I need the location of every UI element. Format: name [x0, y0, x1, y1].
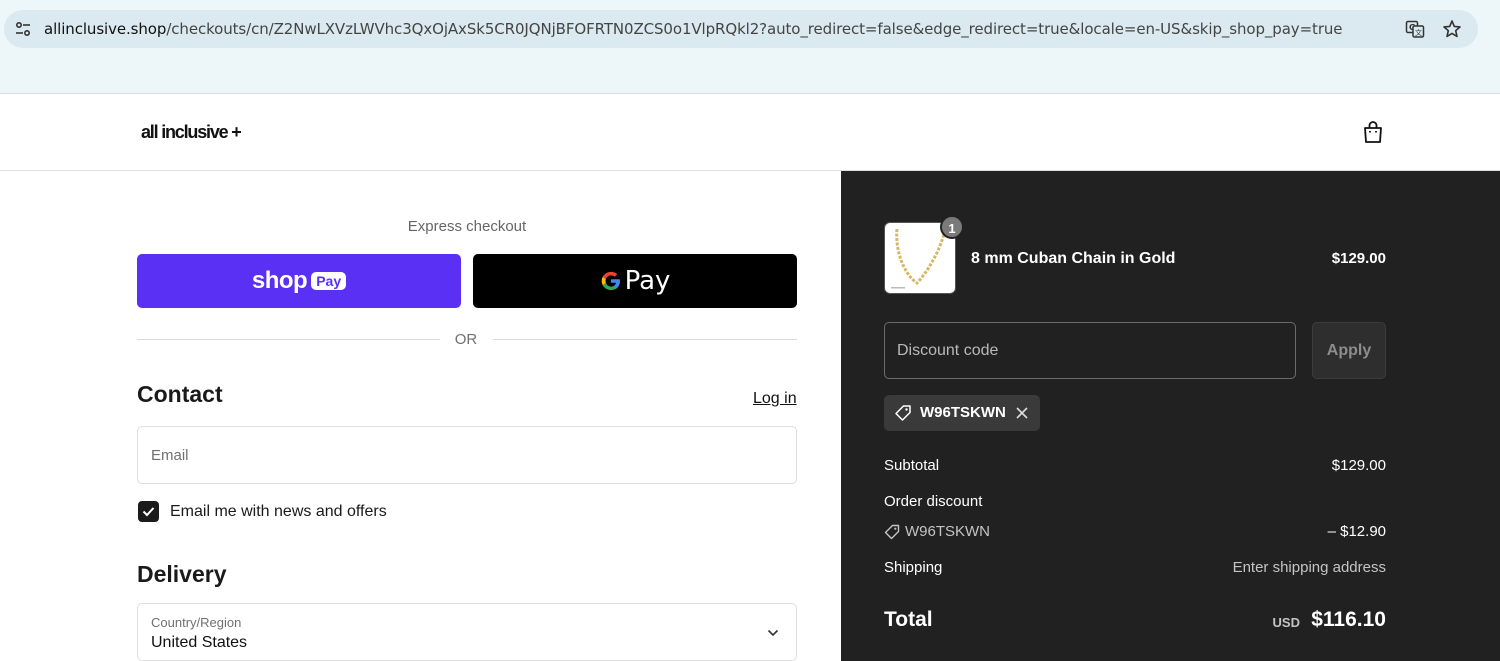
shop-pay-logo: shop Pay	[137, 254, 461, 308]
chevron-down-icon	[767, 629, 779, 637]
remove-discount-close-icon[interactable]	[1014, 405, 1030, 421]
country-select-value: United States	[151, 634, 248, 651]
translate-icon[interactable]: G 文	[1405, 19, 1425, 39]
or-divider-text: OR	[454, 331, 478, 348]
divider-right	[493, 339, 797, 340]
discount-amount: – $12.90	[1327, 523, 1386, 540]
order-discount-label: Order discount	[884, 493, 983, 510]
contact-heading: Contact	[137, 381, 223, 407]
total-currency: USD	[1272, 615, 1300, 630]
quantity-badge: 1	[940, 215, 964, 239]
url-path: /checkouts/cn/Z2NwLXVzLWVhc3QxOjAxSk5CR0…	[166, 20, 1343, 38]
store-logo[interactable]: all inclusive +	[141, 122, 242, 143]
google-pay-logo: Pay	[473, 254, 797, 308]
shipping-value: Enter shipping address	[1232, 559, 1386, 576]
country-select[interactable]: Country/Region United States	[137, 603, 797, 661]
url-text[interactable]: allinclusive.shop/checkouts/cn/Z2NwLXVzL…	[44, 20, 1343, 38]
browser-toolbar: allinclusive.shop/checkouts/cn/Z2NwLXVzL…	[0, 0, 1500, 94]
site-info-icon[interactable]	[14, 20, 32, 38]
shop-header: all inclusive +	[0, 94, 1500, 171]
subtotal-label: Subtotal	[884, 457, 940, 474]
discount-code-label: W96TSKWN	[905, 523, 991, 540]
login-link[interactable]: Log in	[753, 390, 797, 408]
newsletter-checkbox[interactable]	[138, 501, 159, 522]
applied-discount-tag: W96TSKWN	[884, 395, 1040, 431]
svg-text:文: 文	[1415, 28, 1422, 37]
order-summary: 1 8 mm Cuban Chain in Gold $129.00 Apply…	[841, 171, 1500, 661]
product-price: $129.00	[1331, 250, 1386, 267]
address-bar[interactable]: allinclusive.shop/checkouts/cn/Z2NwLXVzL…	[4, 10, 1478, 48]
delivery-heading: Delivery	[137, 561, 227, 587]
shop-pay-button[interactable]: shop Pay	[137, 254, 461, 308]
total-label: Total	[884, 608, 933, 631]
divider-left	[137, 339, 440, 340]
shopping-bag-icon[interactable]	[1362, 120, 1384, 144]
country-select-label: Country/Region	[151, 615, 242, 630]
total-value: $116.10	[1311, 608, 1386, 631]
express-checkout-label: Express checkout	[407, 218, 527, 235]
tag-icon	[895, 405, 911, 421]
google-pay-button[interactable]: Pay	[473, 254, 797, 308]
checkmark-icon	[142, 507, 155, 517]
bookmark-star-icon[interactable]	[1442, 19, 1462, 39]
shop-pay-pill: Pay	[311, 272, 347, 290]
checkout-form: Express checkout shop Pay Pay OR Contact…	[0, 171, 841, 661]
discount-tag-icon	[884, 524, 900, 540]
applied-discount-code: W96TSKWN	[920, 404, 1006, 421]
product-name: 8 mm Cuban Chain in Gold	[971, 250, 1176, 267]
apply-discount-button[interactable]: Apply	[1312, 322, 1386, 379]
shipping-label: Shipping	[884, 559, 943, 576]
google-pay-text: Pay	[624, 266, 671, 296]
shop-pay-word: shop	[251, 267, 308, 294]
email-input[interactable]	[137, 426, 797, 484]
discount-code-input[interactable]	[884, 322, 1296, 379]
subtotal-value: $129.00	[1331, 457, 1386, 474]
newsletter-label[interactable]: Email me with news and offers	[170, 503, 387, 521]
google-g-icon	[601, 271, 620, 290]
url-host: allinclusive.shop	[44, 20, 167, 38]
